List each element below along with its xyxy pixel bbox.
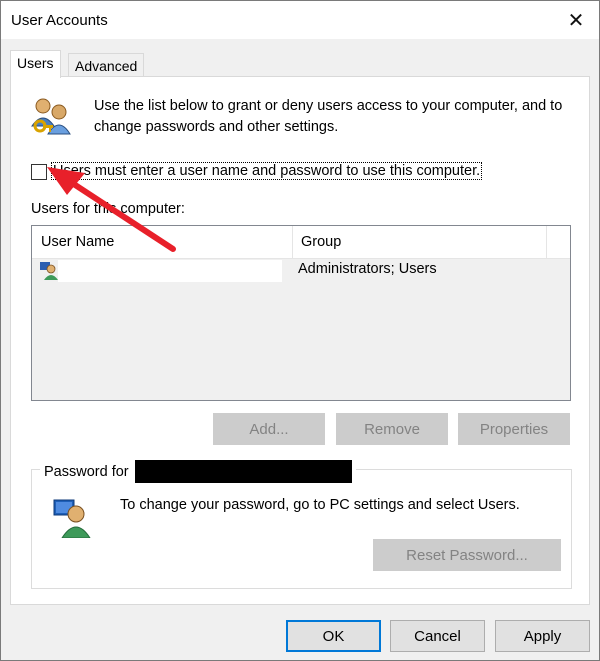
must-login-checkbox[interactable] bbox=[31, 164, 47, 180]
close-button[interactable]: ✕ bbox=[553, 1, 599, 39]
users-keys-icon bbox=[31, 98, 71, 135]
tab-advanced-label: Advanced bbox=[75, 58, 138, 74]
reset-password-button[interactable]: Reset Password... bbox=[373, 539, 561, 571]
users-tab-panel: Use the list below to grant or deny user… bbox=[10, 76, 590, 605]
window-title: User Accounts bbox=[11, 12, 108, 29]
cancel-button[interactable]: Cancel bbox=[390, 620, 485, 652]
users-listview[interactable]: User Name Group Administrators; Users bbox=[31, 225, 571, 401]
group-cell: Administrators; Users bbox=[298, 261, 437, 277]
user-accounts-dialog: User Accounts ✕ Users Advanced Use the l… bbox=[0, 0, 600, 661]
must-login-checkbox-label[interactable]: Users must enter a user name and passwor… bbox=[50, 162, 483, 180]
user-password-icon bbox=[53, 499, 91, 538]
password-groupbox: Password for To change your password, go… bbox=[31, 460, 572, 589]
title-bar[interactable]: User Accounts ✕ bbox=[1, 1, 599, 39]
tab-users[interactable]: Users bbox=[10, 50, 61, 78]
column-header-group[interactable]: Group bbox=[292, 226, 546, 259]
tab-users-label: Users bbox=[17, 55, 54, 71]
table-row[interactable]: Administrators; Users bbox=[32, 259, 570, 283]
redacted-username bbox=[134, 460, 352, 483]
properties-button[interactable]: Properties bbox=[458, 413, 570, 445]
user-icon bbox=[40, 262, 58, 280]
password-group-legend: Password for bbox=[40, 460, 356, 483]
column-header-user-name[interactable]: User Name bbox=[32, 226, 292, 259]
remove-button[interactable]: Remove bbox=[336, 413, 448, 445]
listview-header: User Name Group bbox=[32, 226, 570, 259]
password-for-label: Password for bbox=[44, 463, 129, 480]
dialog-footer: OK Cancel Apply bbox=[1, 606, 599, 660]
close-icon: ✕ bbox=[567, 9, 585, 32]
add-button[interactable]: Add... bbox=[213, 413, 325, 445]
tab-advanced[interactable]: Advanced bbox=[68, 53, 145, 76]
user-name-cell bbox=[58, 260, 282, 282]
info-text: Use the list below to grant or deny user… bbox=[94, 98, 563, 135]
users-list-label: Users for this computer: bbox=[31, 201, 185, 217]
apply-button[interactable]: Apply bbox=[495, 620, 590, 652]
password-info-text: To change your password, go to PC settin… bbox=[120, 497, 520, 513]
ok-button[interactable]: OK bbox=[286, 620, 381, 652]
column-divider[interactable] bbox=[546, 226, 547, 259]
